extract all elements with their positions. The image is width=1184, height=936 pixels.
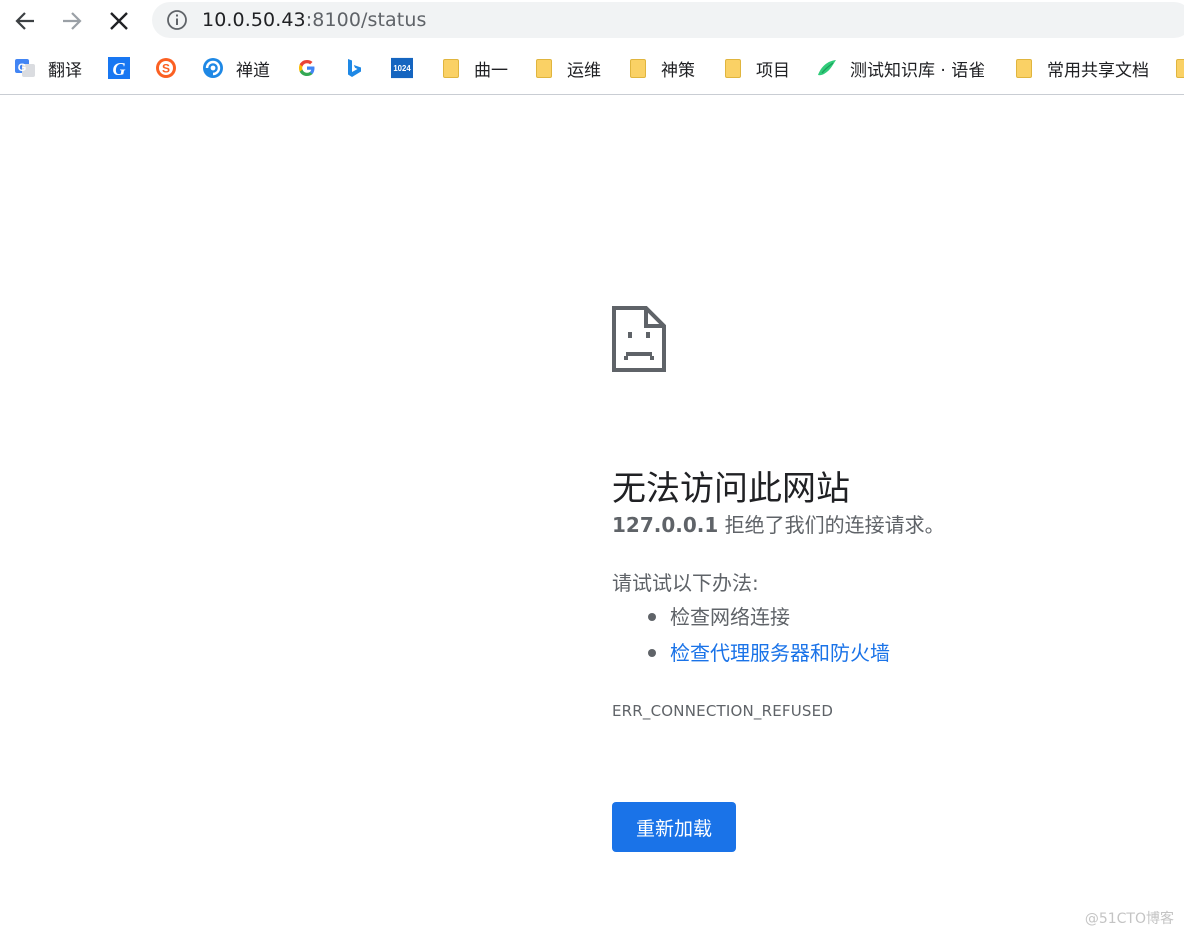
bookmarks-bar: G 翻译 G S 禅道 1024 曲一 运维 神策 项目 测试知识库 · 语雀 … (0, 42, 1184, 94)
error-message: 拒绝了我们的连接请求。 (718, 513, 945, 537)
error-title: 无法访问此网站 (612, 468, 850, 509)
bookmark-label: 常用共享文档 (1047, 60, 1149, 81)
bookmark-sogou[interactable]: S (155, 54, 177, 82)
watermark: @51CTO博客 (1084, 911, 1174, 927)
suggestion-item: 检查网络连接 (612, 602, 890, 638)
sad-page-icon (612, 306, 666, 372)
google-icon (296, 57, 318, 79)
suggestion-item[interactable]: 检查代理服务器和防火墙 (612, 638, 890, 674)
svg-text:S: S (162, 62, 170, 76)
bookmark-google[interactable] (296, 54, 318, 82)
bookmark-g-logo[interactable]: G (108, 54, 130, 82)
close-icon (110, 12, 128, 30)
browser-toolbar: 10.0.50.43:8100/status (0, 0, 1184, 42)
arrow-left-icon (15, 12, 34, 30)
folder-icon (440, 57, 462, 79)
forward-button[interactable] (55, 4, 89, 38)
translate-icon: G (14, 57, 36, 79)
address-url[interactable]: 10.0.50.43:8100/status (202, 8, 427, 32)
bullet-icon (648, 649, 656, 657)
bookmark-label: 翻译 (48, 60, 82, 81)
folder-icon (1176, 57, 1184, 79)
bookmark-folder-shared-docs[interactable]: 常用共享文档 (1013, 54, 1149, 82)
folder-icon (533, 57, 555, 79)
reload-button[interactable]: 重新加载 (612, 802, 736, 852)
bookmark-label: 测试知识库 · 语雀 (850, 60, 986, 81)
bookmark-folder-overflow[interactable] (1176, 54, 1184, 82)
svg-text:G: G (113, 59, 126, 79)
folder-icon (722, 57, 744, 79)
suggestion-check-network: 检查网络连接 (670, 605, 790, 629)
bookmark-yuque[interactable]: 测试知识库 · 语雀 (816, 54, 985, 82)
sogou-icon: S (155, 57, 177, 79)
bookmark-folder-xiangmu[interactable]: 项目 (722, 54, 790, 82)
bookmark-label: 禅道 (236, 60, 270, 81)
browser-chrome: 10.0.50.43:8100/status G 翻译 G S 禅道 1024 … (0, 0, 1184, 95)
stop-loading-button[interactable] (102, 4, 136, 38)
bookmark-label: 运维 (567, 60, 601, 81)
bookmark-label: 项目 (756, 60, 790, 81)
bookmark-folder-shence[interactable]: 神策 (627, 54, 695, 82)
folder-icon (627, 57, 649, 79)
yuque-icon (816, 57, 838, 79)
bookmark-folder-quyi[interactable]: 曲一 (440, 54, 508, 82)
svg-text:G: G (18, 62, 27, 74)
arrow-right-icon (63, 12, 82, 30)
suggestions-list: 检查网络连接 检查代理服务器和防火墙 (612, 602, 890, 674)
suggestion-check-proxy-link[interactable]: 检查代理服务器和防火墙 (670, 641, 890, 665)
bookmark-label: 曲一 (474, 60, 508, 81)
info-icon[interactable] (166, 9, 188, 31)
url-path: :8100/status (305, 9, 427, 31)
folder-icon (1013, 57, 1035, 79)
bing-icon (343, 57, 365, 79)
suggestions-heading: 请试试以下办法: (612, 571, 759, 595)
bookmark-folder-yunwei[interactable]: 运维 (533, 54, 601, 82)
site-1024-icon-text: 1024 (393, 64, 411, 73)
url-host: 10.0.50.43 (202, 9, 306, 31)
g-logo-icon: G (108, 57, 130, 79)
bookmark-label: 神策 (661, 60, 695, 81)
bookmark-zentao[interactable]: 禅道 (202, 54, 270, 82)
error-description: 127.0.0.1 拒绝了我们的连接请求。 (612, 510, 945, 540)
bookmark-bing[interactable] (343, 54, 365, 82)
error-host: 127.0.0.1 (612, 513, 719, 537)
zentao-icon (202, 57, 224, 79)
bookmark-1024[interactable]: 1024 (391, 54, 413, 82)
error-code: ERR_CONNECTION_REFUSED (612, 702, 834, 720)
bullet-icon (648, 613, 656, 621)
bookmark-translate[interactable]: G 翻译 (14, 54, 82, 82)
back-button[interactable] (8, 4, 42, 38)
address-bar[interactable]: 10.0.50.43:8100/status (152, 2, 1184, 38)
site-1024-icon: 1024 (391, 57, 413, 79)
